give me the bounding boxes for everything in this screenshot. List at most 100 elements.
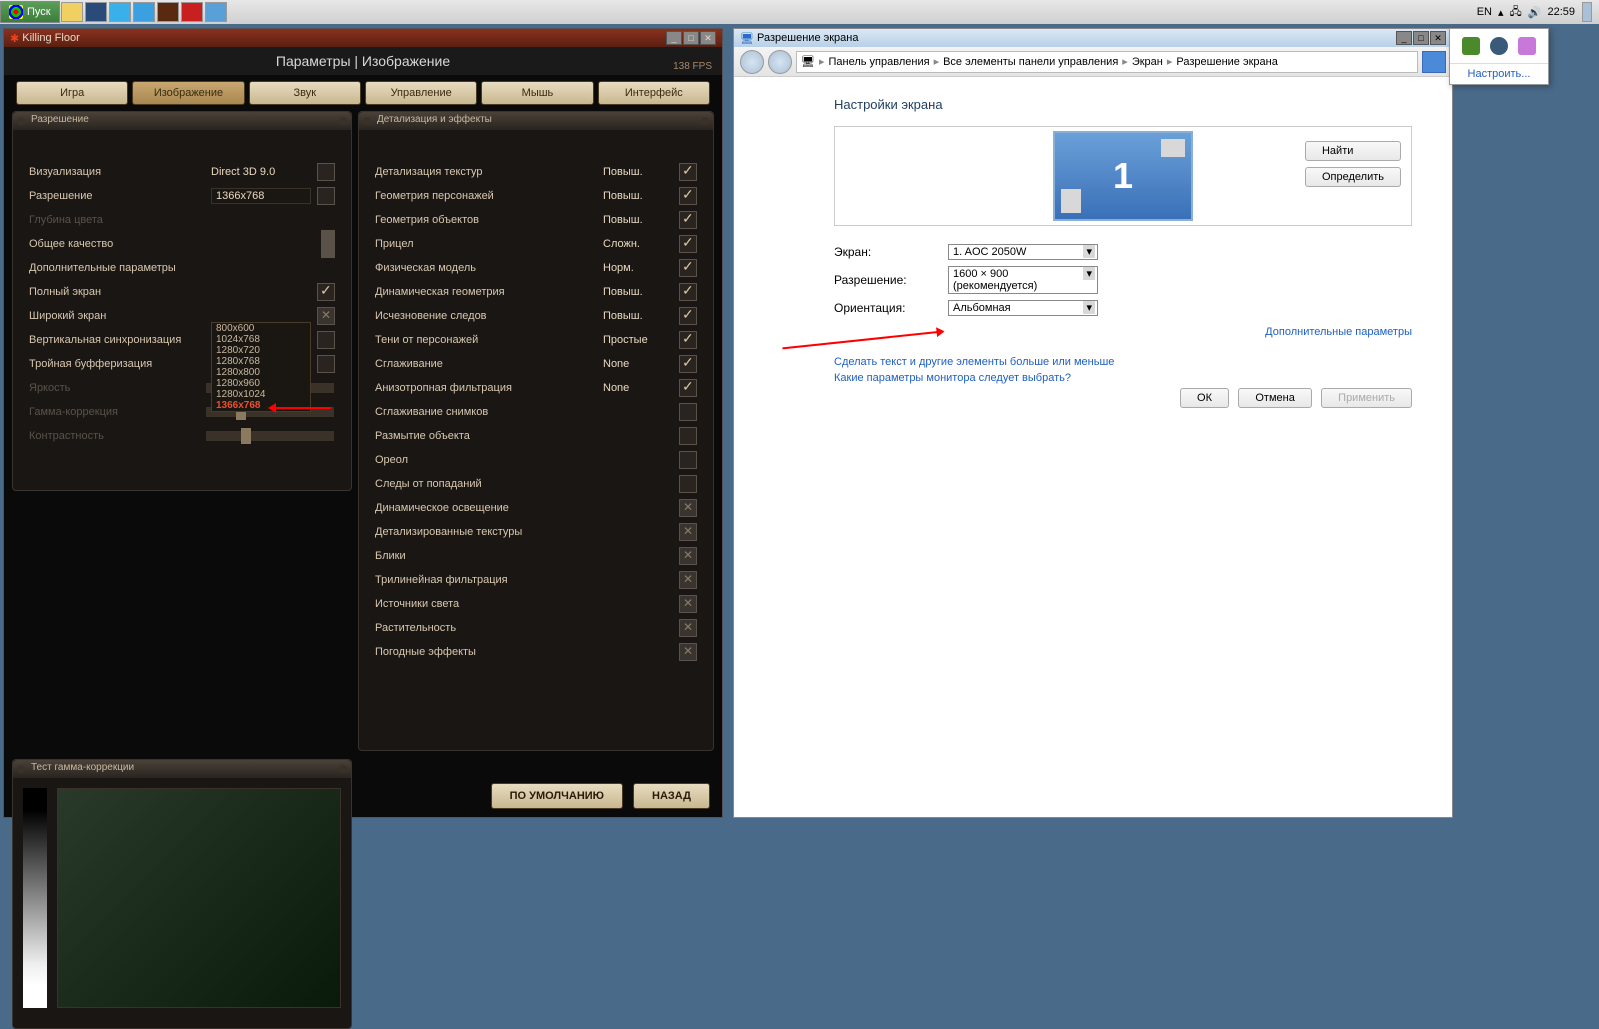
search-button[interactable]	[1422, 51, 1446, 73]
checkbox[interactable]	[317, 331, 335, 349]
nvidia-icon[interactable]	[1462, 37, 1480, 55]
resolution-combo[interactable]: 1366x768	[211, 188, 311, 204]
detail-panel: Детализация и эффекты Детализация тексту…	[358, 111, 714, 751]
checkbox[interactable]	[679, 499, 697, 517]
checkbox[interactable]	[679, 523, 697, 541]
clock[interactable]: 22:59	[1547, 6, 1575, 18]
taskbar-app-icon[interactable]	[133, 2, 155, 22]
tab-sound[interactable]: Звук	[249, 81, 361, 105]
checkbox[interactable]	[679, 355, 697, 373]
taskbar-app-icon[interactable]	[181, 2, 203, 22]
setting-label: Геометрия объектов	[375, 214, 603, 226]
dropdown-toggle[interactable]	[317, 187, 335, 205]
checkbox[interactable]	[679, 475, 697, 493]
checkbox[interactable]	[679, 235, 697, 253]
tab-mouse[interactable]: Мышь	[481, 81, 593, 105]
checkbox[interactable]	[679, 595, 697, 613]
steam-icon[interactable]	[1490, 37, 1508, 55]
dropdown-item[interactable]: 1024x768	[212, 334, 310, 345]
maximize-button[interactable]: □	[1413, 31, 1429, 45]
checkbox[interactable]	[317, 283, 335, 301]
setting-label: Тройная буфферизация	[29, 358, 211, 370]
checkbox[interactable]	[679, 547, 697, 565]
dropdown-item-selected[interactable]: 1366x768	[212, 400, 310, 411]
dropdown-toggle[interactable]	[317, 163, 335, 181]
checkbox[interactable]	[317, 307, 335, 325]
contrast-slider[interactable]	[205, 430, 335, 442]
find-button[interactable]: Найти	[1305, 141, 1401, 161]
checkbox[interactable]	[679, 451, 697, 469]
checkbox[interactable]	[679, 403, 697, 421]
dropdown-item[interactable]: 1280x768	[212, 356, 310, 367]
app-icon[interactable]	[1518, 37, 1536, 55]
setting-value: Direct 3D 9.0	[211, 166, 311, 178]
resolution-dropdown[interactable]: 800x600 1024x768 1280x720 1280x768 1280x…	[211, 322, 311, 412]
apply-button[interactable]: Применить	[1321, 388, 1412, 408]
slider-grip[interactable]	[321, 230, 335, 258]
monitor-preview: 1 Найти Определить	[834, 126, 1412, 226]
taskbar-app-icon[interactable]	[61, 2, 83, 22]
taskbar-app-icon[interactable]	[205, 2, 227, 22]
ok-button[interactable]: ОК	[1180, 388, 1229, 408]
setting-label: Исчезновение следов	[375, 310, 603, 322]
setting-label: Динамическая геометрия	[375, 286, 603, 298]
window-titlebar: ✱ Killing Floor _ □ ✕	[4, 29, 722, 47]
breadcrumb[interactable]: 🖥▸ Панель управления▸ Все элементы панел…	[796, 51, 1418, 73]
checkbox[interactable]	[679, 427, 697, 445]
setting-label: Контрастность	[29, 430, 205, 442]
show-desktop[interactable]	[1582, 2, 1592, 22]
checkbox[interactable]	[679, 187, 697, 205]
dropdown-item[interactable]: 800x600	[212, 323, 310, 334]
tray-configure-link[interactable]: Настроить...	[1450, 63, 1548, 84]
monitor-thumbnail[interactable]: 1	[1053, 131, 1193, 221]
language-indicator[interactable]: EN	[1477, 6, 1492, 18]
maximize-button[interactable]: □	[683, 31, 699, 45]
checkbox[interactable]	[679, 643, 697, 661]
setting-label: Гамма-коррекция	[29, 406, 205, 418]
resolution-select[interactable]: 1600 × 900 (рекомендуется)	[948, 266, 1098, 294]
checkbox[interactable]	[679, 163, 697, 181]
start-button[interactable]: Пуск	[0, 1, 60, 23]
checkbox[interactable]	[679, 331, 697, 349]
checkbox[interactable]	[317, 355, 335, 373]
orientation-select[interactable]: Альбомная	[948, 300, 1098, 316]
nav-forward-button[interactable]	[768, 50, 792, 74]
tray-chevron-icon[interactable]: ▴	[1498, 6, 1504, 19]
tab-interface[interactable]: Интерфейс	[598, 81, 710, 105]
monitor-help-link[interactable]: Какие параметры монитора следует выбрать…	[834, 372, 1412, 384]
defaults-button[interactable]: ПО УМОЛЧАНИЮ	[491, 783, 623, 809]
text-size-link[interactable]: Сделать текст и другие элементы больше и…	[834, 356, 1412, 368]
volume-icon[interactable]: 🔊	[1528, 6, 1542, 19]
checkbox[interactable]	[679, 307, 697, 325]
checkbox[interactable]	[679, 379, 697, 397]
back-button[interactable]: НАЗАД	[633, 783, 710, 809]
network-icon[interactable]: 🖧	[1510, 3, 1522, 22]
close-button[interactable]: ✕	[700, 31, 716, 45]
checkbox[interactable]	[679, 571, 697, 589]
taskbar-app-icon[interactable]	[85, 2, 107, 22]
dropdown-item[interactable]: 1280x720	[212, 345, 310, 356]
detect-button[interactable]: Определить	[1305, 167, 1401, 187]
tab-game[interactable]: Игра	[16, 81, 128, 105]
minimize-button[interactable]: _	[666, 31, 682, 45]
setting-label: Сглаживание снимков	[375, 406, 603, 418]
minimize-button[interactable]: _	[1396, 31, 1412, 45]
checkbox[interactable]	[679, 259, 697, 277]
setting-label: Тени от персонажей	[375, 334, 603, 346]
tab-controls[interactable]: Управление	[365, 81, 477, 105]
setting-label: Полный экран	[29, 286, 211, 298]
taskbar-app-icon[interactable]	[157, 2, 179, 22]
nav-back-button[interactable]	[740, 50, 764, 74]
checkbox[interactable]	[679, 619, 697, 637]
checkbox[interactable]	[679, 283, 697, 301]
taskbar-app-icon[interactable]	[109, 2, 131, 22]
dropdown-item[interactable]: 1280x800	[212, 367, 310, 378]
dropdown-item[interactable]: 1280x960	[212, 378, 310, 389]
close-button[interactable]: ✕	[1430, 31, 1446, 45]
tab-display[interactable]: Изображение	[132, 81, 244, 105]
setting-label: Визуализация	[29, 166, 211, 178]
cancel-button[interactable]: Отмена	[1238, 388, 1311, 408]
checkbox[interactable]	[679, 211, 697, 229]
screen-select[interactable]: 1. AOC 2050W	[948, 244, 1098, 260]
dropdown-item[interactable]: 1280x1024	[212, 389, 310, 400]
